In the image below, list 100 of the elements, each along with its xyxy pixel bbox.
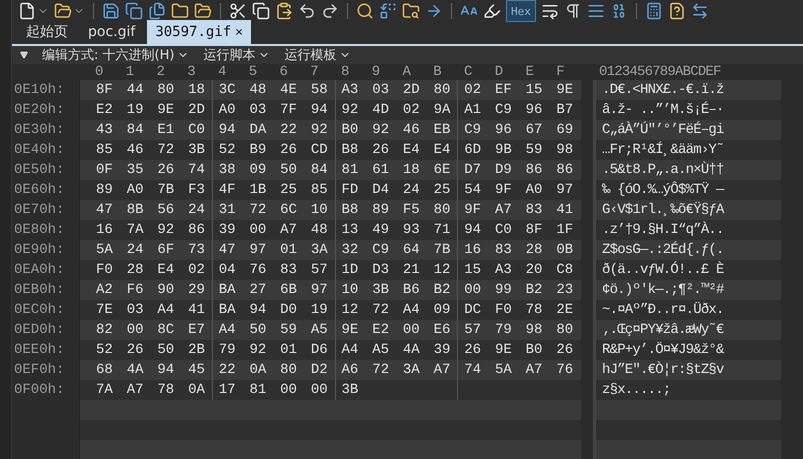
hex-byte: 6B [279,281,298,300]
hex-byte: 17 [218,381,237,400]
hex-byte: 86 [524,161,544,180]
tab-label: poc.gif [88,24,136,40]
hex-byte: 80 [555,321,574,340]
hex-byte: FD [340,181,360,200]
file-tab[interactable]: 起始页 [18,20,76,44]
hex-byte: 04 [218,261,237,280]
text-cell: .D€.<HNX£.-€.ï.ž [602,82,724,98]
hex-byte: 7B [156,181,176,200]
file-tab[interactable]: 30597.gif × [147,20,251,44]
hex-byte: E1 [156,121,176,140]
hex-button[interactable]: Hex [506,0,536,22]
menu-item[interactable]: 运行模板 [284,46,336,64]
text-cell: .5&t8.P„.a.n×Ù†† [602,162,724,178]
hex-byte: C0 [494,221,513,240]
tab-label: 30597.gif [155,24,232,40]
hex-byte: 96 [524,101,544,120]
hex-byte: A0 [218,101,237,120]
hex-byte: 8B [126,201,144,220]
hex-byte: 03 [126,301,144,320]
file-tab[interactable]: poc.gif [80,20,144,44]
hex-byte: 7E [95,301,114,320]
hex-byte: 39 [218,221,237,240]
copy-icon[interactable] [252,2,270,20]
find-in-files-icon[interactable] [402,2,420,20]
hex-byte: 74 [463,361,482,380]
hex-byte: 1B [248,181,268,200]
hex-byte: 0A [248,361,268,380]
hex-byte: 41 [555,201,574,220]
hex-byte: 89 [371,201,390,220]
hex-byte: 4D [371,101,390,120]
hex-byte: 20 [524,261,544,280]
hex-byte: 28 [126,261,144,280]
close-button[interactable]: × [235,24,243,40]
save-all-icon[interactable] [148,2,166,20]
hex-byte: 24 [402,181,421,200]
text-cell: â.ž- ..”’M.š¡É–· [602,102,724,118]
hex-byte: C9 [371,241,390,260]
hex-byte: B0 [340,121,360,140]
hex-byte: 9E [156,101,176,120]
replace-icon[interactable] [379,2,397,20]
hex-byte: A5 [371,341,390,360]
hex-byte: E2 [95,101,114,120]
menu-item[interactable]: 编辑方式: 十六进制(H) [42,46,174,64]
hex-byte: 9B [494,141,513,160]
file-icon[interactable] [18,2,36,20]
hex-byte: 72 [248,201,268,220]
wrap-icon[interactable] [540,2,559,20]
hex-byte: 59 [524,141,544,160]
hex-byte: A7 [494,201,513,220]
row-address: 0EE0h: [13,341,66,360]
columns-icon[interactable] [586,2,605,20]
highlighter-icon[interactable] [483,2,501,20]
compare-icon[interactable] [690,2,709,20]
text-cell: R&P+y’.Ö¤¥J9&ž°& [602,342,724,358]
column-header: 6 [278,64,289,80]
hex-byte: B9 [248,141,268,160]
calculator-icon[interactable] [644,2,663,20]
hex-byte: 80 [156,81,176,100]
goto-icon[interactable] [425,2,443,20]
text-cell: ‚.Œç¤PY¥žâ.æWy˜€ [602,322,724,338]
hex-byte: 78 [156,381,176,400]
hex-byte: 52 [95,341,114,360]
folders-icon[interactable] [194,2,212,20]
hex-byte: A4 [402,301,421,320]
hex-byte: 16 [463,241,482,260]
hex-byte: 76 [248,261,268,280]
text-cell: ¢ö.)º'k—.;¶².™²# [602,282,724,298]
hex-byte: 81 [340,161,360,180]
hex-byte: E2 [371,321,390,340]
folder-icon[interactable] [171,2,189,20]
hex-byte: 79 [494,321,513,340]
save-as-icon[interactable] [125,2,143,20]
save-icon[interactable] [102,2,120,20]
column-header: D [494,64,504,80]
cut-icon[interactable] [229,2,247,20]
hex-byte: 4F [218,181,237,200]
hex-byte: 8C [156,321,176,340]
hex-byte: F0 [95,261,114,280]
hex-byte: 9F [494,181,513,200]
collapse-icon[interactable] [20,51,28,59]
hex-byte: 2D [402,81,421,100]
open-folder-icon[interactable] [54,2,72,20]
menu-item[interactable]: 运行脚本 [203,46,256,64]
hex-byte: 3C [218,81,237,100]
hex-byte: C9 [463,121,482,140]
hex-byte: 2E [555,301,574,320]
hex-byte: 22 [218,361,237,380]
help-icon[interactable] [668,2,686,20]
search-icon[interactable] [356,2,374,20]
hex-byte: 46 [126,141,144,160]
redo-icon[interactable] [321,2,339,20]
paste-icon[interactable] [275,2,293,20]
hex-byte: A3 [340,81,360,100]
undo-icon[interactable] [298,2,316,20]
hex-byte: A7 [524,361,544,380]
hex-byte: F5 [402,201,421,220]
hex-byte: 98 [524,321,544,340]
hex-byte: 50 [248,321,268,340]
